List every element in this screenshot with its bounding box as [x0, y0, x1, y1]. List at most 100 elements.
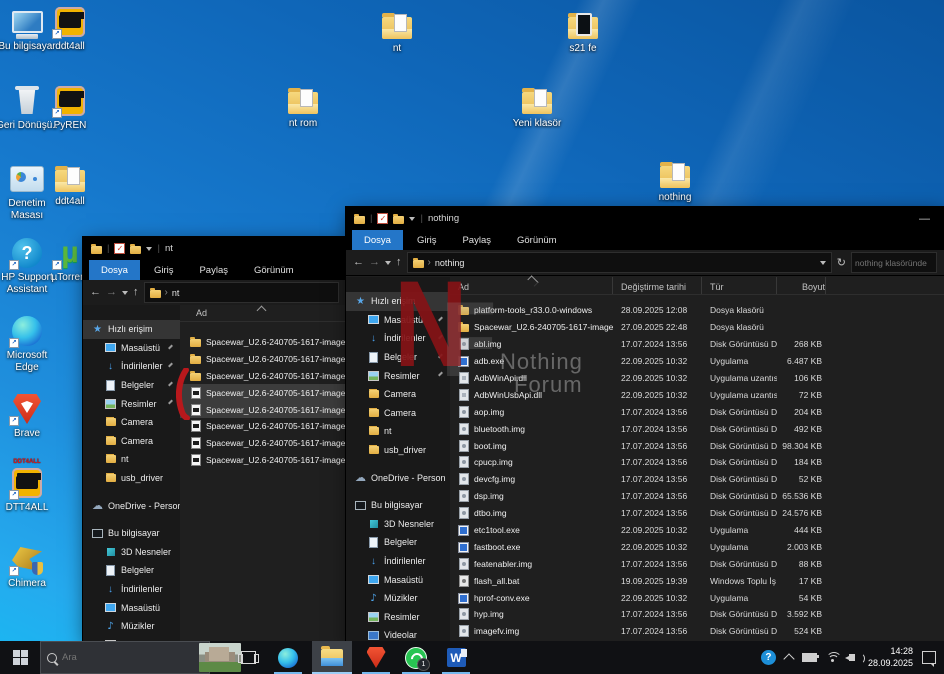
file-row[interactable]: hyp.img 17.07.2024 13:56 Disk Görüntüsü …	[450, 606, 944, 623]
nav-item[interactable]: OneDrive - Person	[83, 496, 180, 515]
address-dropdown-icon[interactable]	[820, 261, 826, 265]
file-row[interactable]: adb.exe 22.09.2025 10:32 Uygulama 6.487 …	[450, 353, 944, 370]
column-header-type[interactable]: Tür	[702, 277, 777, 294]
nav-item[interactable]: Bu bilgisayar	[83, 524, 180, 543]
desktop-icon-brave[interactable]: ↗ Brave	[0, 392, 58, 440]
desktop-icon-chimera[interactable]: ↗ Chimera	[0, 542, 58, 590]
nav-item[interactable]: Resimler	[346, 608, 450, 627]
nav-item[interactable]: Camera	[346, 404, 450, 423]
nav-item[interactable]: Hızlı erişim	[346, 292, 450, 311]
forward-icon[interactable]: →	[106, 287, 117, 298]
nav-item[interactable]: İndirilenler	[346, 552, 450, 571]
file-row[interactable]: Spacewar_U2.6-240705-1617-image-logi...	[180, 418, 346, 435]
nav-item[interactable]: Camera	[346, 385, 450, 404]
nav-item[interactable]: Resimler	[346, 366, 450, 385]
nav-item[interactable]: Belgeler	[83, 561, 180, 580]
nav-item[interactable]: Masaüstü	[346, 570, 450, 589]
file-row[interactable]: Spacewar_U2.6-240705-1617-image-logi...	[180, 452, 346, 469]
desktop-icon-pyren[interactable]: ↗ PyREN	[39, 84, 101, 132]
minimize-button[interactable]: —	[913, 213, 936, 225]
up-icon[interactable]: ↑	[396, 257, 402, 268]
ribbon-tab[interactable]: Paylaş	[187, 260, 240, 280]
file-row[interactable]: fastboot.exe 22.09.2025 10:32 Uygulama 2…	[450, 538, 944, 555]
forward-icon[interactable]: →	[369, 257, 380, 268]
quick-access-folder-icon[interactable]	[393, 216, 404, 224]
quick-access-check-icon[interactable]: ✓	[114, 243, 125, 254]
titlebar[interactable]: | ✓ | nt	[83, 237, 346, 260]
file-row[interactable]: cpucp.img 17.07.2024 13:56 Disk Görüntüs…	[450, 454, 944, 471]
nav-item[interactable]: Müzikler	[83, 617, 180, 636]
nav-item[interactable]: Belgeler	[346, 348, 450, 367]
back-icon[interactable]: ←	[353, 257, 364, 268]
explorer-window-nothing[interactable]: | ✓ | nothing — DosyaGirişPaylaşGörünüm …	[346, 207, 944, 645]
nav-item[interactable]: usb_driver	[83, 469, 180, 488]
file-row[interactable]: Spacewar_U2.6-240705-1617-image-logi...	[180, 368, 346, 385]
desktop-icon-ddt4all-folder[interactable]: ddt4all	[39, 160, 101, 208]
nav-item[interactable]: Belgeler	[346, 533, 450, 552]
file-row[interactable]: Spacewar_U2.6-240705-1617-image-logi... …	[450, 319, 944, 336]
ribbon-tab[interactable]: Görünüm	[242, 260, 306, 280]
nav-item[interactable]: nt	[83, 450, 180, 469]
taskbar-whatsapp[interactable]: 1	[396, 641, 436, 674]
breadcrumb[interactable]: › nothing	[407, 252, 832, 273]
refresh-icon[interactable]: ↻	[837, 256, 846, 269]
action-center-icon[interactable]	[922, 651, 936, 664]
nav-item[interactable]: Camera	[83, 432, 180, 451]
nav-item[interactable]: Bu bilgisayar	[346, 496, 450, 515]
desktop-icon-dtt4all[interactable]: DDT4ALL↗ DTT4ALL	[0, 466, 58, 514]
breadcrumb[interactable]: › nt	[144, 282, 340, 303]
quick-access-check-icon[interactable]: ✓	[377, 213, 388, 224]
file-row[interactable]: abl.img 17.07.2024 13:56 Disk Görüntüsü …	[450, 336, 944, 353]
taskbar-search-input[interactable]	[62, 652, 194, 663]
nav-item[interactable]: Camera	[83, 413, 180, 432]
explorer-window-nt[interactable]: | ✓ | nt DosyaGirişPaylaşGörünüm ← → ↑ ›…	[83, 237, 346, 641]
nav-item[interactable]: Masaüstü	[83, 339, 180, 358]
ribbon-tab[interactable]: Görünüm	[505, 230, 569, 250]
wifi-icon[interactable]	[826, 652, 840, 663]
tray-clock[interactable]: 14:28 28.09.2025	[868, 646, 913, 669]
start-button[interactable]	[0, 641, 40, 674]
file-row[interactable]: Spacewar_U2.6-240705-1617-image-boot	[180, 334, 346, 351]
file-row[interactable]: AdbWinUsbApi.dll 22.09.2025 10:32 Uygula…	[450, 386, 944, 403]
up-icon[interactable]: ↑	[133, 287, 139, 298]
quick-access-folder-icon[interactable]	[130, 246, 141, 254]
desktop-icon-yeni-klasor[interactable]: Yeni klasör	[506, 82, 568, 130]
desktop-icon-s21fe[interactable]: s21 fe	[552, 7, 614, 55]
taskbar-word[interactable]: W	[436, 641, 476, 674]
nav-item[interactable]: İndirilenler	[83, 580, 180, 599]
battery-icon[interactable]	[802, 653, 817, 662]
nav-item[interactable]: nt	[346, 422, 450, 441]
file-row[interactable]: boot.img 17.07.2024 13:56 Disk Görüntüsü…	[450, 437, 944, 454]
nav-item[interactable]: Masaüstü	[346, 311, 450, 330]
file-row[interactable]: featenabler.img 17.07.2024 13:56 Disk Gö…	[450, 555, 944, 572]
ribbon-tab[interactable]: Giriş	[405, 230, 449, 250]
desktop-icon-ddt4all[interactable]: ↗ ddt4all	[39, 5, 101, 53]
column-header-date[interactable]: Değiştirme tarihi	[613, 277, 702, 294]
quick-access-dropdown-icon[interactable]	[409, 217, 415, 221]
file-row[interactable]: Spacewar_U2.6-240705-1617-image-logi...	[180, 435, 346, 452]
nav-item[interactable]: Masaüstü	[83, 598, 180, 617]
titlebar[interactable]: | ✓ | nothing —	[346, 207, 944, 230]
history-dropdown-icon[interactable]	[122, 291, 128, 295]
tray-expand-icon[interactable]	[783, 653, 794, 664]
taskbar-brave[interactable]	[356, 641, 396, 674]
nav-item[interactable]: İndirilenler	[346, 329, 450, 348]
column-header-name[interactable]: Ad	[180, 305, 346, 322]
file-row[interactable]: aop.img 17.07.2024 13:56 Disk Görüntüsü …	[450, 403, 944, 420]
file-row[interactable]: flash_all.bat 19.09.2025 19:39 Windows T…	[450, 572, 944, 589]
file-row[interactable]: etc1tool.exe 22.09.2025 10:32 Uygulama 4…	[450, 522, 944, 539]
hp-support-tray-icon[interactable]: ?	[761, 650, 776, 665]
task-view-button[interactable]	[228, 641, 268, 674]
search-input[interactable]	[855, 258, 933, 268]
nav-item[interactable]: İndirilenler	[83, 357, 180, 376]
file-row[interactable]: Spacewar_U2.6-240705-1617-image-firm...	[180, 401, 346, 418]
column-header-size[interactable]: Boyut	[777, 277, 826, 294]
nav-item[interactable]: Belgeler	[83, 376, 180, 395]
desktop-icon-nt-rom[interactable]: nt rom	[272, 82, 334, 130]
nav-item[interactable]: Hızlı erişim	[83, 320, 180, 339]
file-row[interactable]: AdbWinApi.dll 22.09.2025 10:32 Uygulama …	[450, 370, 944, 387]
file-row[interactable]: dsp.img 17.07.2024 13:56 Disk Görüntüsü …	[450, 488, 944, 505]
file-row[interactable]: devcfg.img 17.07.2024 13:56 Disk Görüntü…	[450, 471, 944, 488]
taskbar-edge[interactable]	[268, 641, 308, 674]
ribbon-tab[interactable]: Dosya	[352, 230, 403, 250]
